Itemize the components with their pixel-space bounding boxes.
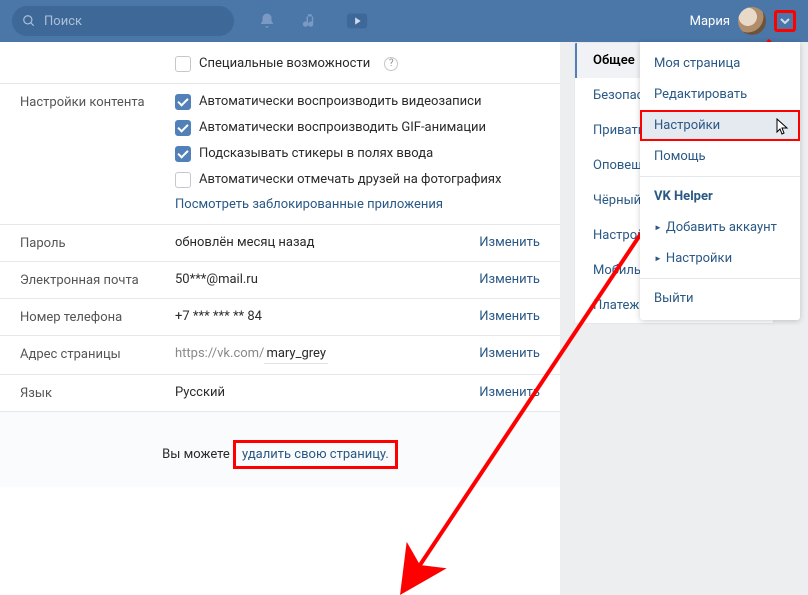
checkbox-unchecked[interactable] xyxy=(175,172,191,188)
row-label: Настройки контента xyxy=(20,94,175,110)
topbar: Поиск Мария xyxy=(0,0,808,42)
option-autoplay-gif[interactable]: Автоматически воспроизводить GIF-анимаци… xyxy=(175,120,540,137)
top-icons xyxy=(258,12,368,30)
help-icon[interactable]: ? xyxy=(384,57,398,71)
top-right: Мария xyxy=(690,7,796,35)
menu-helper-settings[interactable]: Настройки xyxy=(640,243,800,274)
option-label: Специальные возможности xyxy=(199,56,370,73)
change-phone[interactable]: Изменить xyxy=(479,309,540,324)
menu-my-page[interactable]: Моя страница xyxy=(640,48,800,79)
cursor-icon xyxy=(776,118,790,140)
change-address[interactable]: Изменить xyxy=(479,346,540,361)
user-menu: Моя страница Редактировать Настройки Пом… xyxy=(640,42,800,320)
option-autoplay-video[interactable]: Автоматически воспроизводить видеозаписи xyxy=(175,94,540,111)
row-language: Язык Русский Изменить xyxy=(0,375,560,411)
menu-vkhelper-header: VK Helper xyxy=(640,181,800,212)
change-language[interactable]: Изменить xyxy=(479,385,540,400)
row-content: Настройки контента Автоматически воспрои… xyxy=(0,84,560,225)
video-icon[interactable] xyxy=(346,12,368,30)
option-suggest-stickers[interactable]: Подсказывать стикеры в полях ввода xyxy=(175,146,540,163)
delete-page-link[interactable]: удалить свою страницу. xyxy=(242,447,389,462)
row-email: Электронная почта 50***@mail.ru Изменить xyxy=(0,262,560,299)
row-value: обновлён месяц назад xyxy=(175,235,479,250)
settings-content: Специальные возможности ? Настройки конт… xyxy=(0,42,560,595)
row-label xyxy=(20,56,175,57)
address-slug[interactable]: mary_grey xyxy=(264,346,328,364)
bell-icon[interactable] xyxy=(258,12,276,30)
search-placeholder: Поиск xyxy=(44,14,82,29)
chevron-down-icon xyxy=(780,18,790,24)
link-blocked-apps[interactable]: Посмотреть заблокированные приложения xyxy=(175,197,540,214)
option-label: Автоматически воспроизводить видеозаписи xyxy=(199,94,481,111)
row-label: Номер телефона xyxy=(20,309,175,325)
address-prefix: https://vk.com/ xyxy=(175,346,264,361)
row-value: +7 *** *** ** 84 xyxy=(175,309,479,324)
row-label: Электронная почта xyxy=(20,272,175,288)
row-label: Язык xyxy=(20,385,175,401)
option-label: Подсказывать стикеры в полях ввода xyxy=(199,146,433,163)
menu-edit[interactable]: Редактировать xyxy=(640,79,800,110)
row-accessibility: Специальные возможности ? xyxy=(0,42,560,84)
row-value: 50***@mail.ru xyxy=(175,272,479,287)
music-icon[interactable] xyxy=(302,12,320,30)
option-auto-tag[interactable]: Автоматически отмечать друзей на фотогра… xyxy=(175,172,540,189)
option-label: Автоматически отмечать друзей на фотогра… xyxy=(199,172,501,189)
menu-sep xyxy=(640,278,800,279)
row-label: Пароль xyxy=(20,235,175,251)
menu-logout[interactable]: Выйти xyxy=(640,283,800,314)
row-password: Пароль обновлён месяц назад Изменить xyxy=(0,225,560,262)
link-label: Посмотреть заблокированные приложения xyxy=(175,197,443,214)
address-value: https://vk.com/mary_grey xyxy=(175,346,328,364)
row-address: Адрес страницы https://vk.com/mary_grey … xyxy=(0,336,560,375)
search-input[interactable]: Поиск xyxy=(12,6,234,36)
row-phone: Номер телефона +7 *** *** ** 84 Изменить xyxy=(0,299,560,336)
footer-prefix: Вы можете xyxy=(162,447,233,462)
search-icon xyxy=(22,14,36,28)
footer: Вы можете удалить свою страницу. xyxy=(0,411,560,487)
checkbox-checked[interactable] xyxy=(175,120,191,136)
checkbox-checked[interactable] xyxy=(175,94,191,110)
menu-settings-label: Настройки xyxy=(654,118,720,133)
change-email[interactable]: Изменить xyxy=(479,272,540,287)
row-label: Адрес страницы xyxy=(20,346,175,362)
username[interactable]: Мария xyxy=(690,14,730,29)
menu-help[interactable]: Помощь xyxy=(640,141,800,172)
dropdown-button[interactable] xyxy=(774,10,796,32)
option-label: Автоматически воспроизводить GIF-анимаци… xyxy=(199,120,486,137)
delete-page-highlight: удалить свою страницу. xyxy=(233,440,398,469)
option-accessibility[interactable]: Специальные возможности ? xyxy=(175,56,540,73)
checkbox-unchecked[interactable] xyxy=(175,56,191,72)
checkbox-checked[interactable] xyxy=(175,146,191,162)
avatar[interactable] xyxy=(738,7,766,35)
menu-sep xyxy=(640,176,800,177)
menu-settings[interactable]: Настройки xyxy=(640,110,800,141)
change-password[interactable]: Изменить xyxy=(479,235,540,250)
row-value: Русский xyxy=(175,385,479,400)
menu-add-account[interactable]: Добавить аккаунт xyxy=(640,212,800,243)
